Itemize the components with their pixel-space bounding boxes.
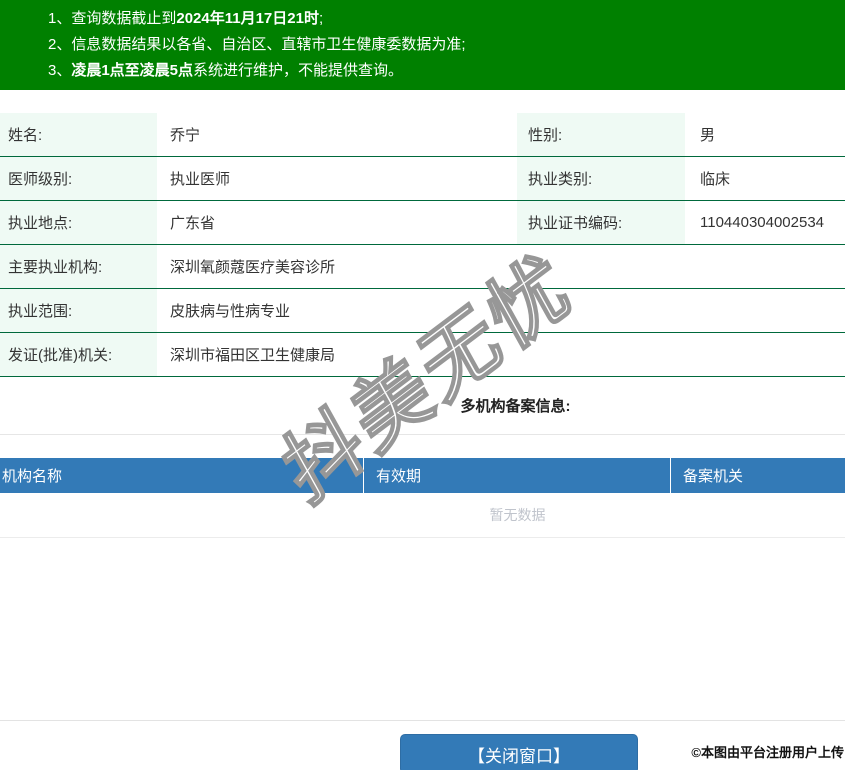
column-header-validity: 有效期 [363, 458, 670, 493]
section-title: 多机构备案信息: [460, 398, 571, 415]
main-org-value: 深圳氧颜蔻医疗美容诊所 [170, 259, 336, 276]
copyright-text: ©本图由平台注册用户上传 [691, 745, 844, 760]
column-header-authority: 备案机关 [670, 458, 845, 493]
gender-label: 性别: [517, 113, 685, 156]
main-org-label: 主要执业机构: [0, 245, 157, 288]
notice-text: 信息数据结果以各省、自治区、直辖市卫生健康委数据为准; [71, 36, 466, 53]
notice-text: 系统进行维护，不能提供查询。 [193, 62, 404, 79]
cert-no-label: 执业证书编码: [517, 201, 685, 244]
scope-label: 执业范围: [0, 289, 157, 332]
notice-line-3: 3、凌晨1点至凌晨5点系统进行维护，不能提供查询。 [48, 58, 835, 84]
issuer-value: 深圳市福田区卫生健康局 [170, 347, 336, 364]
notice-text-bold: 凌晨1点至凌晨5点 [71, 62, 194, 79]
notice-number: 2、 [48, 36, 72, 53]
records-table: 机构名称 有效期 备案机关 暂无数据 [0, 458, 845, 538]
table-row-issuer: 发证(批准)机关: 深圳市福田区卫生健康局 [0, 333, 845, 377]
notice-text-bold: 2024年11月17日21时 [176, 10, 319, 27]
notice-text: 查询数据截止到 [71, 10, 177, 27]
scope-value: 皮肤病与性病专业 [170, 303, 291, 320]
bottom-spacer [0, 538, 845, 720]
level-label: 医师级别: [0, 157, 157, 200]
notice-number: 3、 [48, 62, 72, 79]
name-value: 乔宁 [170, 127, 201, 144]
notice-text: ; [318, 10, 324, 27]
category-label: 执业类别: [517, 157, 685, 200]
table-row-location-certno: 执业地点: 广东省 执业证书编码: 110440304002534 [0, 201, 845, 245]
table-row-level-category: 医师级别: 执业医师 执业类别: 临床 [0, 157, 845, 201]
empty-data-row: 暂无数据 [0, 493, 845, 538]
category-value: 临床 [700, 171, 731, 188]
table-row-name-gender: 姓名: 乔宁 性别: 男 [0, 113, 845, 157]
location-value: 广东省 [170, 215, 216, 232]
doctor-info-table: 姓名: 乔宁 性别: 男 医师级别: 执业医师 执业类别: 临床 执业地点: 广… [0, 113, 845, 377]
name-label: 姓名: [0, 113, 157, 156]
section-title-row: 多机构备案信息: [0, 377, 845, 435]
location-label: 执业地点: [0, 201, 157, 244]
close-window-button[interactable]: 【关闭窗口】 [400, 734, 638, 770]
column-header-org-name: 机构名称 [2, 468, 63, 485]
table-row-main-org: 主要执业机构: 深圳氧颜蔻医疗美容诊所 [0, 245, 845, 289]
gender-value: 男 [700, 127, 716, 144]
notice-banner: 1、查询数据截止到2024年11月17日21时; 2、信息数据结果以各省、自治区… [0, 0, 845, 90]
level-value: 执业医师 [170, 171, 231, 188]
records-header-row: 机构名称 有效期 备案机关 [0, 458, 845, 493]
notice-line-1: 1、查询数据截止到2024年11月17日21时; [48, 6, 835, 32]
records-table-inner: 机构名称 有效期 备案机关 暂无数据 [0, 458, 845, 538]
cert-no-value: 110440304002534 [700, 214, 825, 231]
issuer-label: 发证(批准)机关: [0, 333, 157, 376]
notice-line-2: 2、信息数据结果以各省、自治区、直辖市卫生健康委数据为准; [48, 32, 835, 58]
notice-number: 1、 [48, 10, 72, 27]
table-row-scope: 执业范围: 皮肤病与性病专业 [0, 289, 845, 333]
footer: 【关闭窗口】 ©本图由平台注册用户上传 [0, 720, 845, 770]
